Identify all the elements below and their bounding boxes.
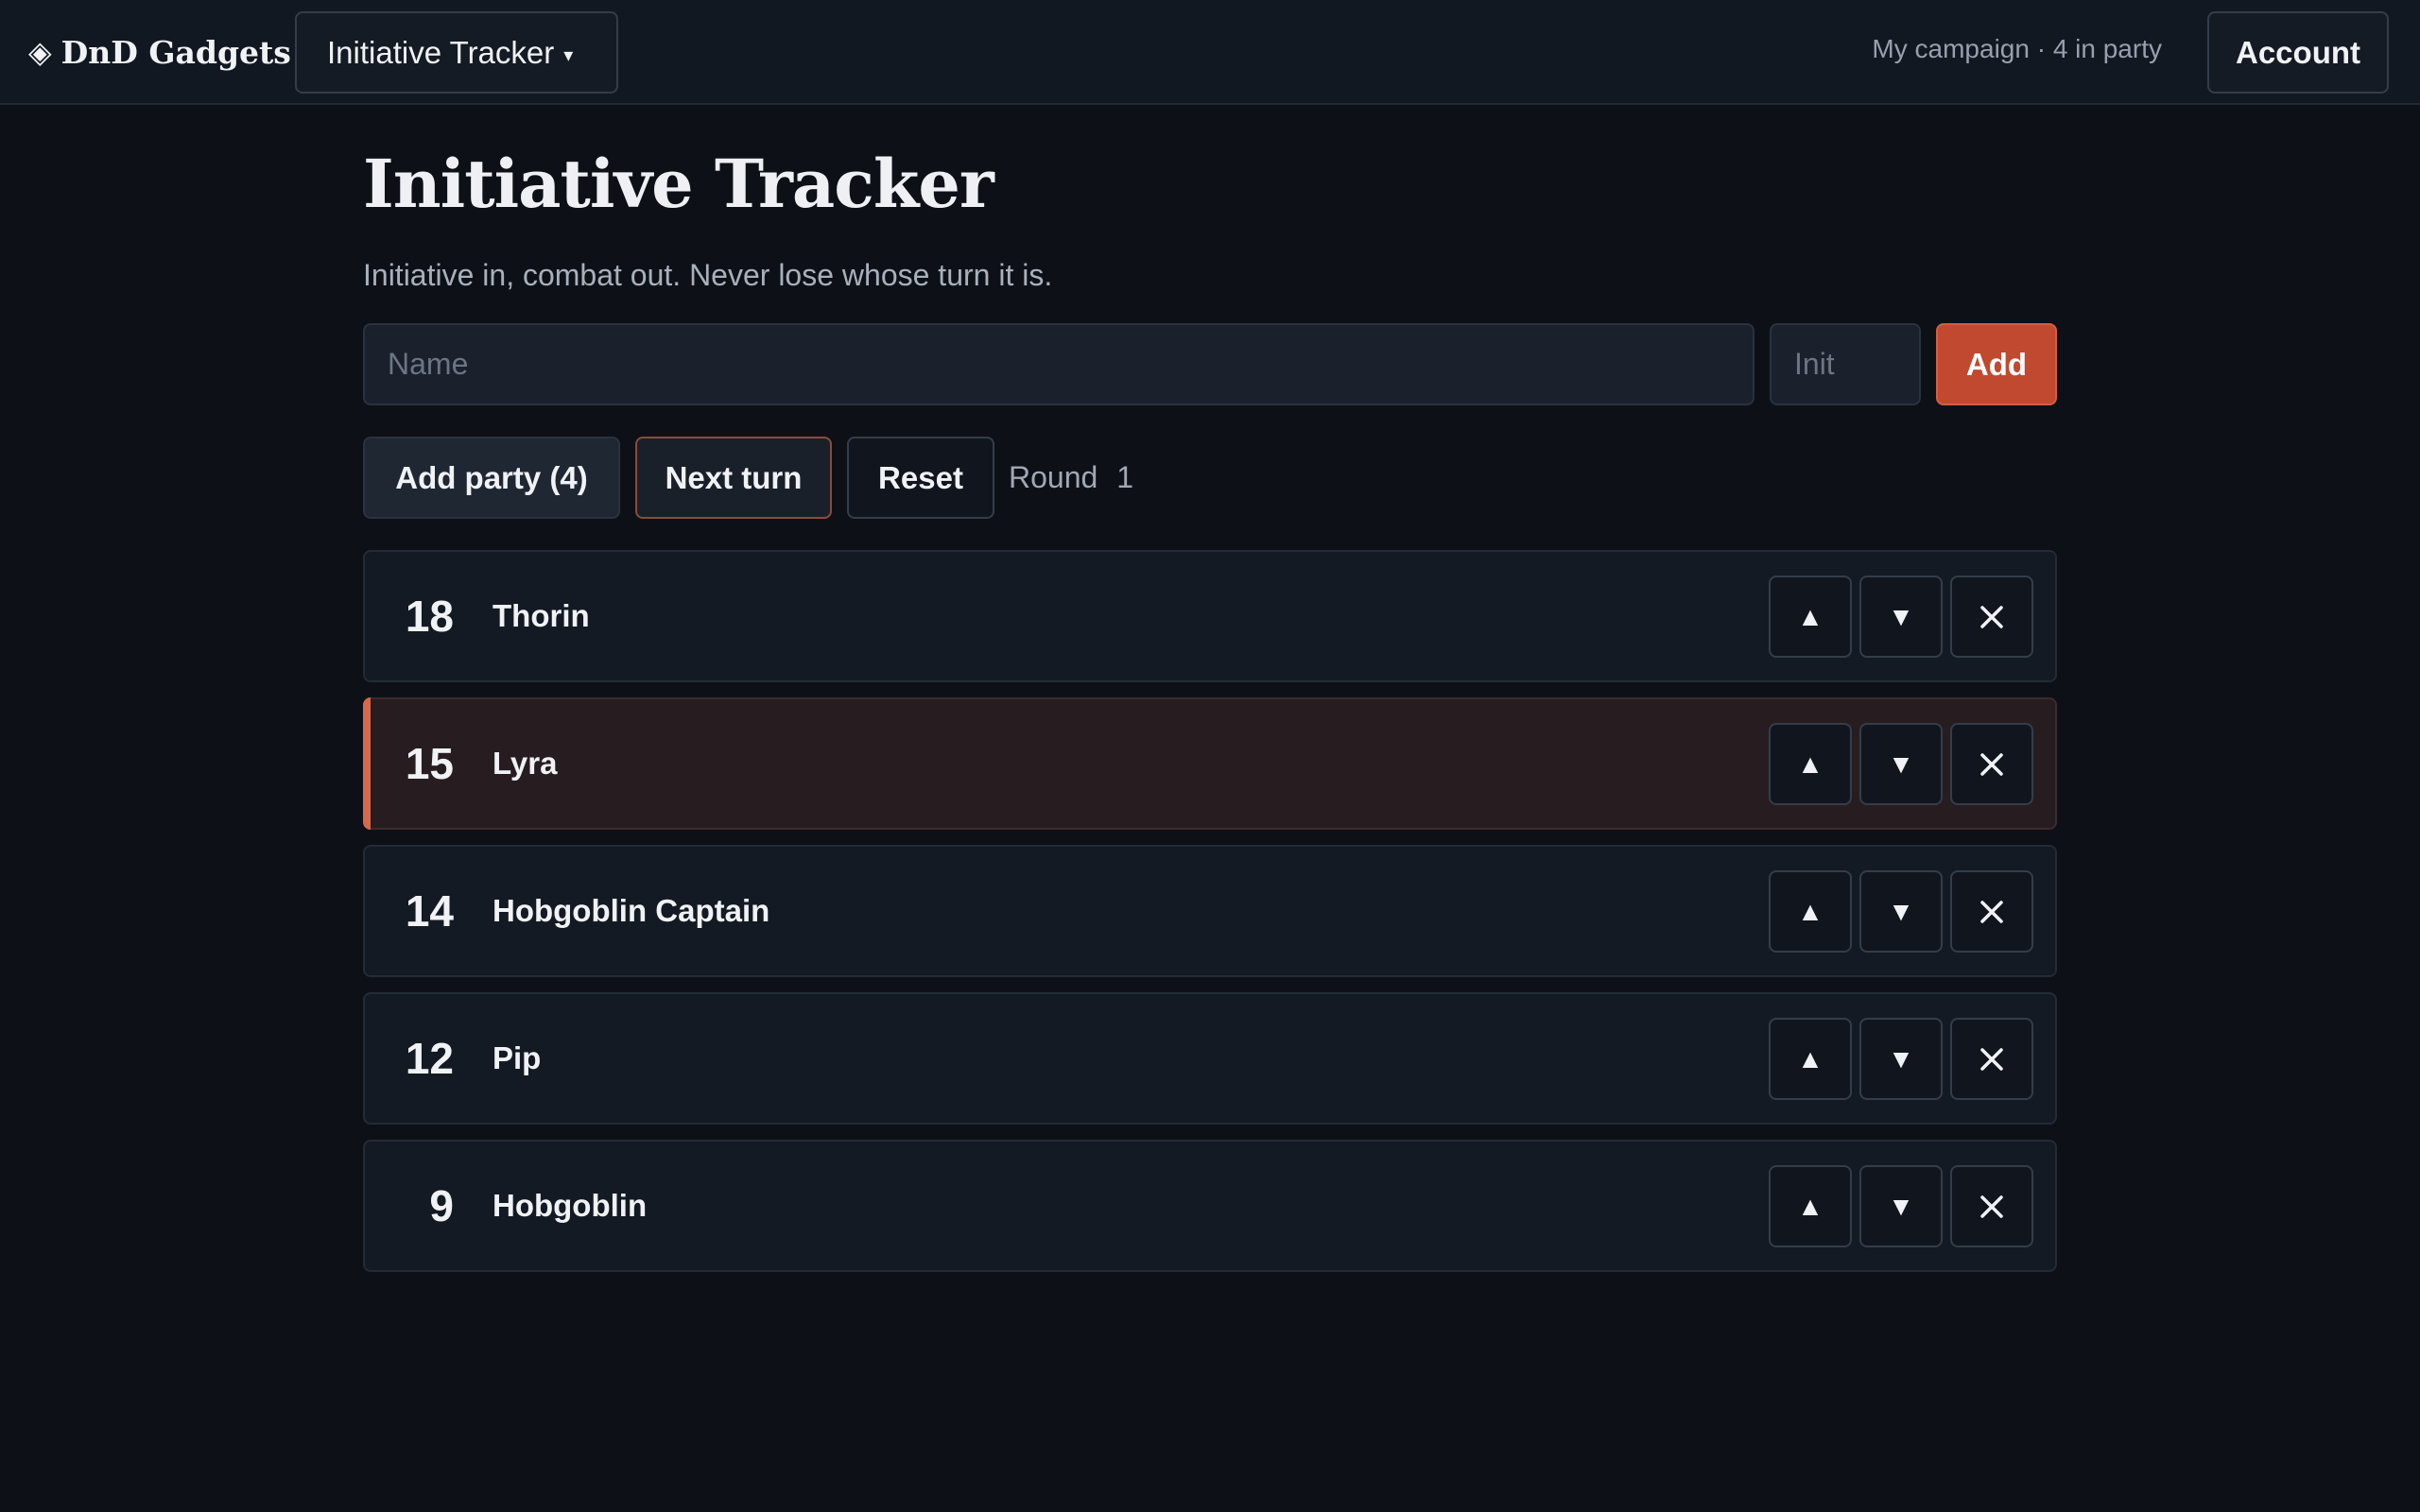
init-input[interactable] (1770, 323, 1921, 405)
combatant-row: 12 Pip ▲ ▼ (363, 992, 2057, 1125)
page-subtitle: Initiative in, combat out. Never lose wh… (363, 258, 1053, 292)
combatant-name: Hobgoblin Captain (493, 893, 770, 928)
combatant-row: 18 Thorin ▲ ▼ (363, 550, 2057, 682)
remove-button[interactable] (1950, 723, 2033, 805)
triangle-down-icon: ▼ (1888, 601, 1914, 631)
move-up-button[interactable]: ▲ (1769, 723, 1852, 805)
reset-button[interactable]: Reset (847, 437, 994, 519)
next-turn-button[interactable]: Next turn (635, 437, 832, 519)
move-up-button[interactable]: ▲ (1769, 1018, 1852, 1100)
caret-down-icon: ▾ (563, 45, 574, 66)
combatant-name: Hobgoblin (493, 1188, 648, 1223)
remove-button[interactable] (1950, 870, 2033, 953)
initiative-value: 9 (429, 1181, 454, 1230)
initiative-value: 14 (405, 886, 454, 936)
close-icon (1980, 1194, 2003, 1218)
combatant-name: Pip (493, 1040, 542, 1075)
combatant-row: 9 Hobgoblin ▲ ▼ (363, 1140, 2057, 1272)
triangle-up-icon: ▲ (1797, 1191, 1824, 1221)
triangle-down-icon: ▼ (1888, 748, 1914, 779)
close-icon (1980, 1047, 2003, 1071)
top-bar: ◈ DnD Gadgets Initiative Tracker ▾ My ca… (0, 0, 2420, 105)
diamond-icon: ◈ (28, 34, 52, 70)
tool-selector-dropdown[interactable]: Initiative Tracker ▾ (295, 11, 618, 94)
combatant-name: Lyra (493, 746, 558, 781)
initiative-value: 15 (405, 739, 454, 788)
move-down-button[interactable]: ▼ (1859, 1165, 1943, 1247)
brand-name: DnD Gadgets (60, 33, 291, 71)
remove-button[interactable] (1950, 1165, 2033, 1247)
move-down-button[interactable]: ▼ (1859, 1018, 1943, 1100)
combatant-row-active: 15 Lyra ▲ ▼ (363, 697, 2057, 830)
initiative-value: 12 (405, 1034, 454, 1083)
name-input[interactable] (363, 323, 1754, 405)
campaign-info: My campaign · 4 in party (1872, 34, 2162, 63)
brand-logo[interactable]: ◈ DnD Gadgets (28, 31, 291, 73)
round-counter: Round 1 (1009, 437, 1133, 519)
triangle-down-icon: ▼ (1888, 896, 1914, 926)
remove-button[interactable] (1950, 576, 2033, 658)
round-value: 1 (1116, 460, 1134, 494)
add-button[interactable]: Add (1936, 323, 2057, 405)
triangle-up-icon: ▲ (1797, 601, 1824, 631)
move-up-button[interactable]: ▲ (1769, 576, 1852, 658)
move-down-button[interactable]: ▼ (1859, 870, 1943, 953)
initiative-value: 18 (405, 592, 454, 641)
tool-selector-label: Initiative Tracker (327, 34, 555, 70)
close-icon (1980, 900, 2003, 923)
combatant-row: 14 Hobgoblin Captain ▲ ▼ (363, 845, 2057, 977)
add-party-button[interactable]: Add party (4) (363, 437, 620, 519)
remove-button[interactable] (1950, 1018, 2033, 1100)
round-label: Round (1009, 460, 1098, 494)
close-icon (1980, 752, 2003, 776)
close-icon (1980, 605, 2003, 628)
move-down-button[interactable]: ▼ (1859, 723, 1943, 805)
move-up-button[interactable]: ▲ (1769, 1165, 1852, 1247)
triangle-up-icon: ▲ (1797, 1043, 1824, 1074)
triangle-down-icon: ▼ (1888, 1043, 1914, 1074)
account-button[interactable]: Account (2207, 11, 2389, 94)
move-down-button[interactable]: ▼ (1859, 576, 1943, 658)
page-title: Initiative Tracker (363, 145, 994, 223)
triangle-down-icon: ▼ (1888, 1191, 1914, 1221)
move-up-button[interactable]: ▲ (1769, 870, 1852, 953)
combatant-name: Thorin (493, 598, 590, 633)
triangle-up-icon: ▲ (1797, 896, 1824, 926)
triangle-up-icon: ▲ (1797, 748, 1824, 779)
